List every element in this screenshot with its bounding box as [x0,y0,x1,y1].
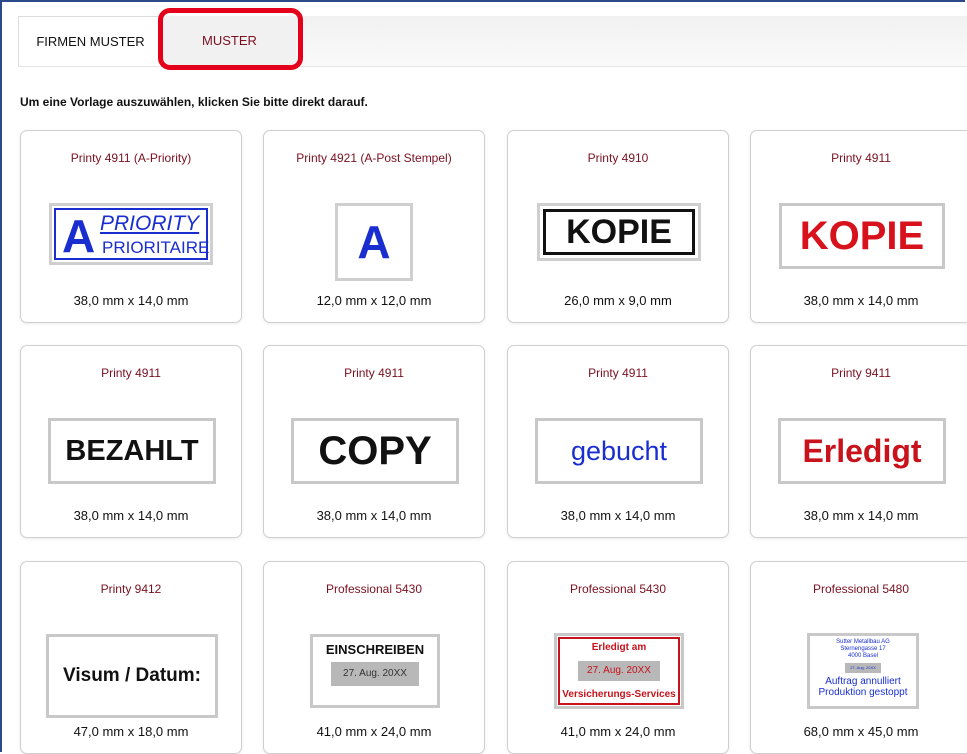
stamp-preview: COPY [291,418,459,484]
stamp-card[interactable]: Professional 5480 Sutter Metallbau AG St… [750,561,967,754]
stamp-address-2: Sternengasse 17 [840,646,886,652]
stamp-preview: KOPIE [537,203,701,261]
card-title: Printy 4910 [587,151,649,165]
stamp-preview: KOPIE [779,203,945,269]
card-size: 26,0 mm x 9,0 mm [564,293,672,308]
stamp-address-1: Sutter Metallbau AG [836,639,890,645]
stamp-preview: gebucht [535,418,703,484]
card-title: Professional 5430 [569,582,667,596]
stamp-line-2: Versicherungs-Services [562,689,676,700]
stamp-card[interactable]: Printy 4911 COPY 38,0 mm x 14,0 mm [263,345,485,538]
stamp-date: 27. Aug. 20XX [845,663,881,673]
stamp-card[interactable]: Professional 5430 EINSCHREIBEN 27. Aug. … [263,561,485,754]
stamp-text: KOPIE [799,213,925,258]
stamp-preview: A [335,203,413,281]
card-title: Printy 4921 (A-Post Stempel) [296,151,452,165]
card-title: Printy 4911 [831,151,891,165]
stamp-card[interactable]: Professional 5430 Erledigt am 27. Aug. 2… [507,561,729,754]
stamp-line-1: EINSCHREIBEN [325,642,425,657]
card-size: 41,0 mm x 24,0 mm [316,724,432,739]
stamp-text: BEZAHLT [65,434,199,467]
card-size: 12,0 mm x 12,0 mm [316,293,432,308]
stamp-preview: BEZAHLT [48,418,216,484]
card-title: Printy 4911 [588,366,648,380]
stamp-card[interactable]: Printy 4911 (A-Priority) A PRIORITY PRIO… [20,130,242,323]
stamp-text: Erledigt [802,432,922,469]
stamp-card[interactable]: Printy 4910 KOPIE 26,0 mm x 9,0 mm [507,130,729,323]
tab-bar: FIRMEN MUSTER MUSTER [18,16,967,67]
stamp-preview: Erledigt [778,418,946,484]
stamp-line-2: Produktion gestoppt [818,687,908,698]
card-title: Printy 4911 [101,366,161,380]
stamp-text: COPY [318,428,432,473]
stamp-preview: Sutter Metallbau AG Sternengasse 17 4000… [807,633,919,709]
card-size: 38,0 mm x 14,0 mm [73,508,189,523]
card-size: 47,0 mm x 18,0 mm [73,724,189,739]
card-title: Printy 9411 [831,366,891,380]
stamp-address-3: 4000 Basel [847,653,879,659]
stamp-date: 27. Aug. 20XX [578,661,660,681]
stamp-preview: EINSCHREIBEN 27. Aug. 20XX [310,634,440,708]
stamp-text: A [357,216,391,268]
stamp-preview: Erledigt am 27. Aug. 20XX Versicherungs-… [554,633,684,709]
stamp-card[interactable]: Printy 4911 KOPIE 38,0 mm x 14,0 mm [750,130,967,323]
stamp-card[interactable]: Printy 4911 gebucht 38,0 mm x 14,0 mm [507,345,729,538]
card-title: Printy 4911 [344,366,404,380]
card-title: Professional 5480 [812,582,910,596]
stamp-card[interactable]: Printy 4921 (A-Post Stempel) A 12,0 mm x… [263,130,485,323]
stamp-text: gebucht [570,435,668,466]
card-size: 38,0 mm x 14,0 mm [803,508,919,523]
stamp-big-letter: A [62,210,96,262]
card-title: Professional 5430 [325,582,423,596]
stamp-date: 27. Aug. 20XX [331,662,419,686]
stamp-card[interactable]: Printy 4911 BEZAHLT 38,0 mm x 14,0 mm [20,345,242,538]
card-size: 38,0 mm x 14,0 mm [316,508,432,523]
card-size: 38,0 mm x 14,0 mm [560,508,676,523]
stamp-line-1: Auftrag annulliert [825,676,901,687]
card-title: Printy 9412 [100,582,162,596]
tab-muster[interactable]: MUSTER [163,16,296,66]
stamp-line-2: PRIORITAIRE [102,238,210,257]
card-size: 41,0 mm x 24,0 mm [560,724,676,739]
stamp-line-1: Erledigt am [591,642,647,653]
stamp-preview: A PRIORITY PRIORITAIRE [49,203,213,265]
card-size: 38,0 mm x 14,0 mm [803,293,919,308]
stamp-text: KOPIE [566,212,672,251]
card-size: 68,0 mm x 45,0 mm [803,724,919,739]
stamp-text: Visum / Datum: [63,665,201,686]
card-title: Printy 4911 (A-Priority) [70,151,192,165]
stamp-card[interactable]: Printy 9411 Erledigt 38,0 mm x 14,0 mm [750,345,967,538]
instruction-text: Um eine Vorlage auszuwählen, klicken Sie… [20,95,368,109]
tab-firmen-muster[interactable]: FIRMEN MUSTER [18,16,163,66]
stamp-card[interactable]: Printy 9412 Visum / Datum: 47,0 mm x 18,… [20,561,242,754]
card-size: 38,0 mm x 14,0 mm [73,293,189,308]
stamp-preview: Visum / Datum: [46,634,218,718]
stamp-line-1: PRIORITY [100,212,200,235]
